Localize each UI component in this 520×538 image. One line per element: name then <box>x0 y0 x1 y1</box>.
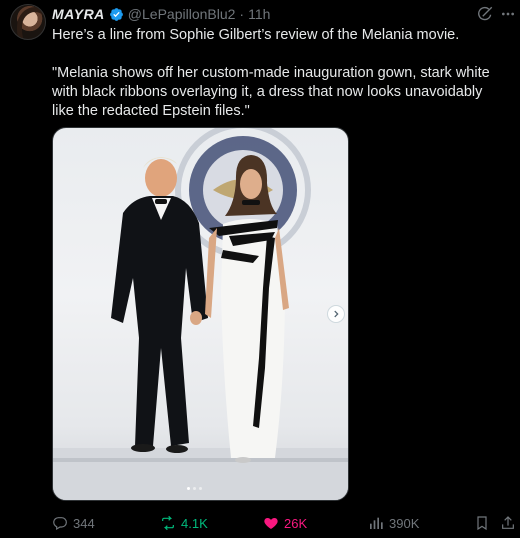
repost-count: 4.1K <box>181 515 208 531</box>
author-name[interactable]: MAYRA <box>52 6 105 22</box>
carousel-dot[interactable] <box>193 487 196 490</box>
author-handle[interactable]: @LePapillonBlu2 <box>128 6 236 22</box>
repost-button[interactable]: 4.1K <box>160 513 208 533</box>
carousel-next-button[interactable] <box>327 305 345 323</box>
tweet[interactable]: MAYRA @LePapillonBlu2 · 11h Here’s a lin… <box>0 0 520 538</box>
reply-icon <box>53 517 67 531</box>
views-icon <box>370 517 383 529</box>
more-icon[interactable] <box>500 6 516 22</box>
tweet-text-quote: "Melania shows off her custom-made inaug… <box>52 65 490 119</box>
tweet-header: MAYRA @LePapillonBlu2 · 11h <box>52 5 270 23</box>
repost-icon <box>162 515 174 531</box>
reply-button[interactable]: 344 <box>52 513 95 533</box>
carousel-dots <box>187 487 202 490</box>
tweet-text-line1: Here’s a line from Sophie Gilbert’s revi… <box>52 27 460 43</box>
carousel-dot[interactable] <box>199 487 202 490</box>
verified-icon <box>109 7 123 21</box>
timestamp[interactable]: 11h <box>248 6 270 22</box>
views-count: 390K <box>389 515 420 531</box>
chevron-right-icon <box>334 310 339 318</box>
carousel-dot[interactable] <box>187 487 190 490</box>
like-button[interactable]: 26K <box>263 513 307 533</box>
media-photo <box>53 128 348 500</box>
tweet-actions: 344 4.1K 26K 390K <box>52 513 520 533</box>
grok-icon[interactable] <box>476 5 494 23</box>
separator: · <box>239 6 245 22</box>
share-button[interactable] <box>500 513 516 533</box>
avatar[interactable] <box>10 4 46 40</box>
bookmark-button[interactable] <box>474 513 490 533</box>
views-button[interactable]: 390K <box>368 513 419 533</box>
share-icon <box>502 516 514 529</box>
tweet-media[interactable] <box>52 127 349 501</box>
like-icon <box>264 518 278 529</box>
like-count: 26K <box>284 515 308 531</box>
reply-count: 344 <box>73 515 95 531</box>
bookmark-icon <box>477 516 487 531</box>
